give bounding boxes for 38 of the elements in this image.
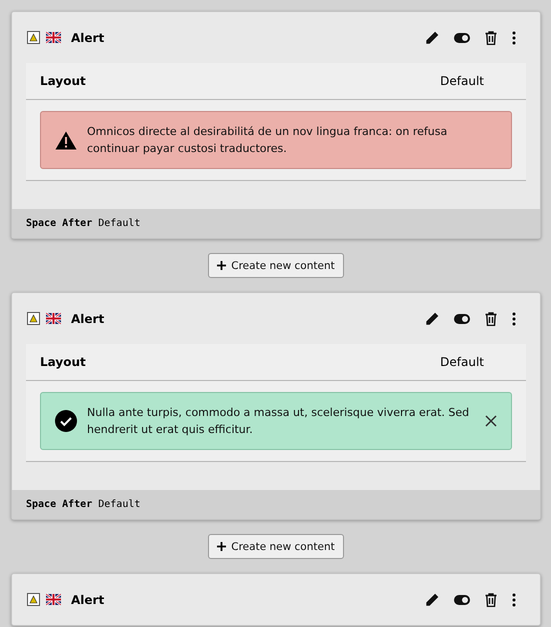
plus-icon (217, 542, 226, 551)
warning-icon (27, 31, 40, 44)
footer-value: Default (98, 218, 140, 229)
trash-icon[interactable] (485, 312, 497, 326)
toggle-icon[interactable] (454, 314, 470, 324)
more-icon[interactable] (512, 592, 516, 606)
check-circle-icon (55, 410, 77, 432)
flag-icon (46, 594, 61, 605)
alert-message: Nulla ante turpis, commodo a massa ut, scelerisque viverra erat. Sed hendrerit ut erat quis efficitur. (87, 405, 470, 438)
more-icon[interactable] (512, 312, 516, 326)
card-title: Alert (71, 30, 106, 44)
pencil-icon[interactable] (425, 592, 439, 606)
warning-icon (27, 593, 40, 606)
footer-label: Space After (26, 499, 92, 510)
plus-icon (217, 261, 226, 270)
flag-icon (46, 32, 61, 43)
pencil-icon[interactable] (425, 30, 439, 44)
warning-icon (27, 312, 40, 325)
alert-message: Omnicos directe al desirabilitá de un nov lingua franca: on refusa continuar payar custosi traductores. (87, 124, 448, 157)
warning-icon (55, 130, 77, 150)
layout-value: Default (440, 355, 484, 369)
footer-label: Space After (26, 218, 92, 229)
pencil-icon[interactable] (425, 312, 439, 326)
toggle-icon[interactable] (454, 32, 470, 42)
layout-value: Default (440, 74, 484, 88)
layout-label: Layout (40, 355, 86, 369)
layout-label: Layout (40, 74, 86, 88)
create-content-button[interactable]: Create new content (208, 253, 344, 278)
trash-icon[interactable] (485, 592, 497, 606)
card-title: Alert (71, 592, 106, 606)
flag-icon (46, 313, 61, 324)
trash-icon[interactable] (485, 30, 497, 44)
close-button[interactable] (485, 415, 497, 427)
card-title: Alert (71, 312, 106, 326)
more-icon[interactable] (512, 30, 516, 44)
create-content-button[interactable]: Create new content (208, 534, 344, 559)
footer-value: Default (98, 499, 140, 510)
toggle-icon[interactable] (454, 594, 470, 604)
